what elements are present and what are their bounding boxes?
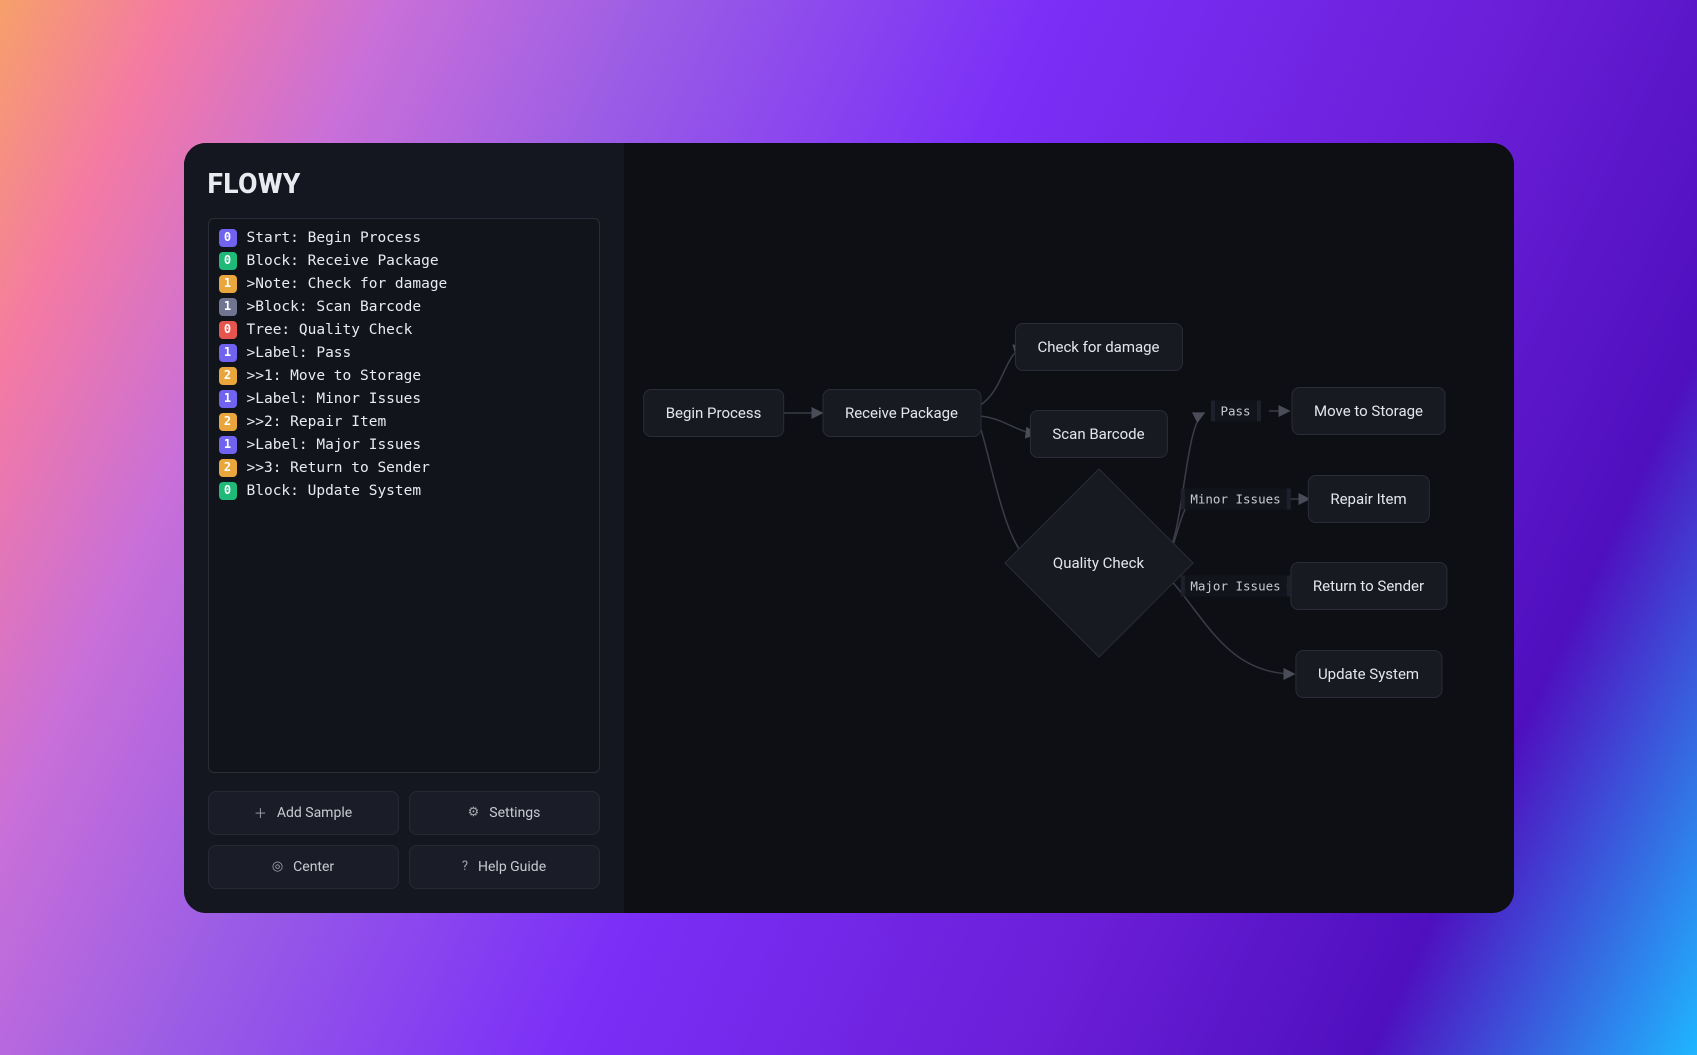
indent-badge: 1 bbox=[219, 298, 237, 316]
node-quality[interactable]: Quality Check bbox=[1032, 496, 1166, 630]
node-checkdmg[interactable]: Check for damage bbox=[1014, 323, 1182, 371]
node-repair[interactable]: Repair Item bbox=[1307, 475, 1429, 523]
editor-text: >Label: Pass bbox=[247, 343, 352, 364]
indent-badge: 1 bbox=[219, 344, 237, 362]
editor-line[interactable]: 0 Block: Receive Package bbox=[219, 250, 589, 273]
sidebar: FLOWY 0 Start: Begin Process 0 Block: Rece… bbox=[184, 143, 624, 913]
button-label: Add Sample bbox=[277, 805, 352, 821]
editor-line[interactable]: 1 >Label: Minor Issues bbox=[219, 388, 589, 411]
editor-line[interactable]: 1 >Note: Check for damage bbox=[219, 273, 589, 296]
app-window: FLOWY 0 Start: Begin Process 0 Block: Rece… bbox=[184, 143, 1514, 913]
plus-icon: ＋ bbox=[254, 803, 267, 822]
indent-badge: 1 bbox=[219, 436, 237, 454]
indent-badge: 0 bbox=[219, 229, 237, 247]
gear-icon: ⚙ bbox=[468, 805, 480, 820]
editor-text: Start: Begin Process bbox=[247, 228, 422, 249]
question-icon: ? bbox=[462, 859, 468, 874]
editor-text: >Block: Scan Barcode bbox=[247, 297, 422, 318]
indent-badge: 0 bbox=[219, 252, 237, 270]
sidebar-button-grid: ＋ Add Sample ⚙ Settings ◎ Center ? Help … bbox=[208, 791, 600, 889]
indent-badge: 0 bbox=[219, 482, 237, 500]
editor-line[interactable]: 1 >Block: Scan Barcode bbox=[219, 296, 589, 319]
editor-line[interactable]: 2 >>2: Repair Item bbox=[219, 411, 589, 434]
node-scan[interactable]: Scan Barcode bbox=[1029, 410, 1167, 458]
edge-quality-pass bbox=[1164, 413, 1204, 558]
editor-text: >>2: Repair Item bbox=[247, 412, 387, 433]
indent-badge: 0 bbox=[219, 321, 237, 339]
edge-label-pass: Pass bbox=[1214, 400, 1256, 421]
editor-line[interactable]: 0 Tree: Quality Check bbox=[219, 319, 589, 342]
node-storage[interactable]: Move to Storage bbox=[1291, 387, 1446, 435]
node-return[interactable]: Return to Sender bbox=[1290, 562, 1447, 610]
editor-text: >>3: Return to Sender bbox=[247, 458, 430, 479]
editor-text: >Label: Minor Issues bbox=[247, 389, 422, 410]
edge-receive-scan bbox=[979, 416, 1036, 434]
node-receive[interactable]: Receive Package bbox=[822, 389, 981, 437]
indent-badge: 2 bbox=[219, 459, 237, 477]
edge-receive-quality bbox=[979, 423, 1029, 561]
indent-badge: 1 bbox=[219, 390, 237, 408]
editor-text: Block: Update System bbox=[247, 481, 422, 502]
edge-label-minor: Minor Issues bbox=[1184, 488, 1286, 509]
edge-label-major: Major Issues bbox=[1184, 575, 1286, 596]
flow-canvas[interactable]: Begin Process Receive Package Check for … bbox=[624, 143, 1514, 913]
editor-line[interactable]: 2 >>3: Return to Sender bbox=[219, 457, 589, 480]
editor-line[interactable]: 0 Start: Begin Process bbox=[219, 227, 589, 250]
settings-button[interactable]: ⚙ Settings bbox=[409, 791, 600, 835]
editor-text: >Note: Check for damage bbox=[247, 274, 448, 295]
node-begin[interactable]: Begin Process bbox=[643, 389, 785, 437]
indent-badge: 2 bbox=[219, 367, 237, 385]
button-label: Settings bbox=[489, 805, 540, 821]
indent-badge: 1 bbox=[219, 275, 237, 293]
app-title: FLOWY bbox=[208, 167, 600, 200]
editor-line[interactable]: 2 >>1: Move to Storage bbox=[219, 365, 589, 388]
target-icon: ◎ bbox=[272, 859, 283, 874]
button-label: Help Guide bbox=[478, 859, 546, 875]
editor-text: Block: Receive Package bbox=[247, 251, 439, 272]
button-label: Center bbox=[293, 859, 334, 875]
editor-line[interactable]: 1 >Label: Pass bbox=[219, 342, 589, 365]
indent-badge: 2 bbox=[219, 413, 237, 431]
editor-line[interactable]: 1 >Label: Major Issues bbox=[219, 434, 589, 457]
editor-text: >>1: Move to Storage bbox=[247, 366, 422, 387]
help-button[interactable]: ? Help Guide bbox=[409, 845, 600, 889]
editor-text: >Label: Major Issues bbox=[247, 435, 422, 456]
code-editor[interactable]: 0 Start: Begin Process 0 Block: Receive Pa… bbox=[208, 218, 600, 773]
node-update[interactable]: Update System bbox=[1295, 650, 1442, 698]
editor-text: Tree: Quality Check bbox=[247, 320, 413, 341]
center-button[interactable]: ◎ Center bbox=[208, 845, 399, 889]
add-sample-button[interactable]: ＋ Add Sample bbox=[208, 791, 399, 835]
editor-line[interactable]: 0 Block: Update System bbox=[219, 480, 589, 503]
